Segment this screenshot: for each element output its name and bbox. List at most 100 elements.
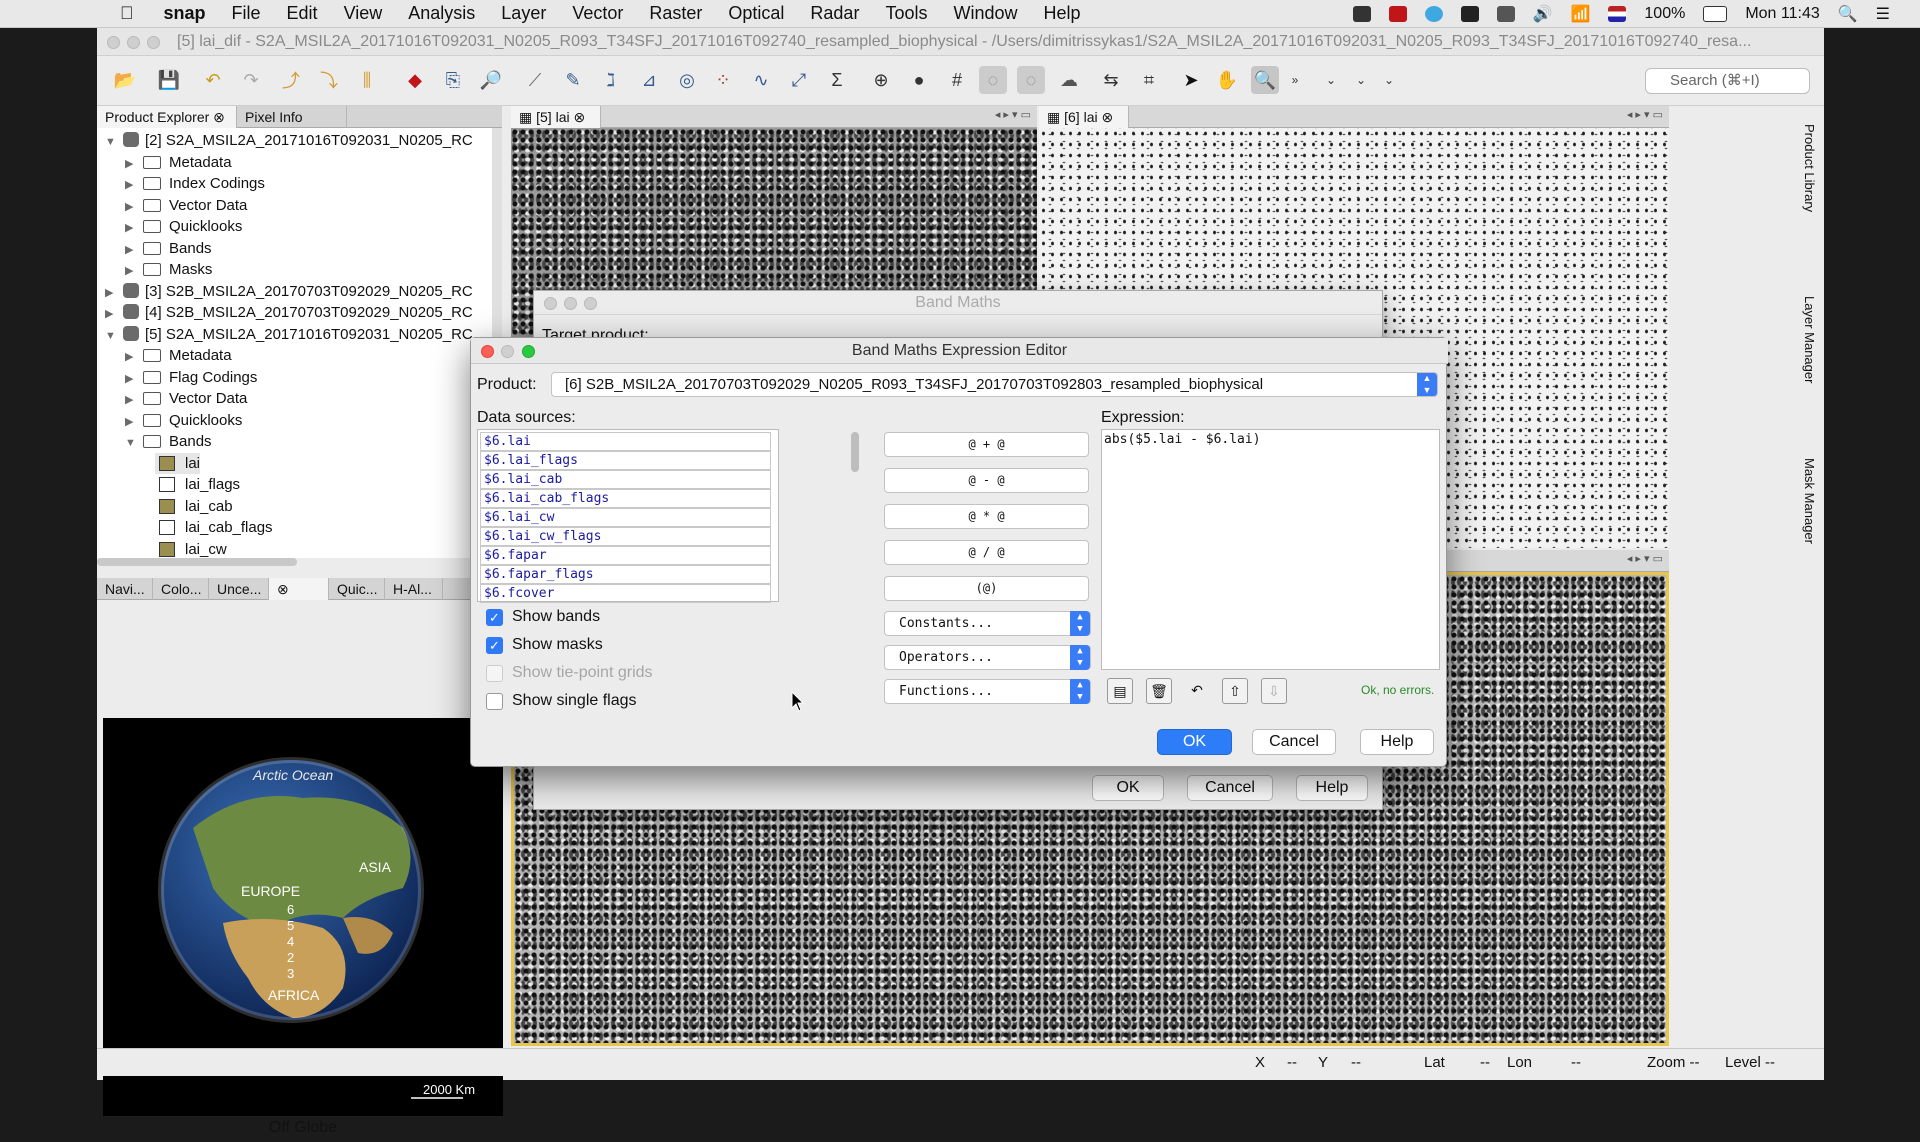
wifi-icon[interactable]: 📶 bbox=[1570, 4, 1590, 24]
collapsed-arrow-icon[interactable]: ▶ bbox=[125, 369, 139, 390]
collapsed-arrow-icon[interactable]: ▶ bbox=[105, 283, 119, 304]
menu-vector[interactable]: Vector bbox=[572, 3, 623, 24]
tab-world-view[interactable]: ⊗ bbox=[269, 578, 329, 600]
collapsed-arrow-icon[interactable]: ▶ bbox=[125, 240, 139, 261]
menu-tools[interactable]: Tools bbox=[885, 3, 927, 24]
tab-uncertainty[interactable]: Unce... bbox=[209, 578, 269, 600]
tree-node[interactable]: lai_cab bbox=[155, 496, 233, 517]
information-icon[interactable]: ◎ bbox=[673, 66, 701, 94]
volume-icon[interactable]: 🔊 bbox=[1533, 4, 1553, 24]
tree-node[interactable]: lai_cw bbox=[155, 539, 227, 559]
tree-node[interactable]: ▶ Masks bbox=[125, 259, 212, 280]
menu-file[interactable]: File bbox=[232, 3, 261, 24]
tree-node[interactable]: ▼ Bands bbox=[125, 431, 212, 452]
band-maths-min-icon[interactable] bbox=[564, 297, 577, 310]
collapsed-arrow-icon[interactable]: ▶ bbox=[125, 261, 139, 282]
menu-app-snap[interactable]: snap bbox=[164, 3, 206, 24]
parenthesis-button[interactable]: (@) bbox=[884, 576, 1089, 601]
editor-minimize-icon[interactable] bbox=[501, 345, 514, 358]
statistics-icon[interactable]: Σ bbox=[823, 66, 851, 94]
menu-help[interactable]: Help bbox=[1044, 3, 1081, 24]
data-source-item[interactable]: $6.lai_cab bbox=[480, 470, 771, 489]
data-source-item[interactable]: $6.lai bbox=[480, 432, 771, 451]
collapsed-arrow-icon[interactable]: ▶ bbox=[125, 154, 139, 175]
product-select-arrows-icon[interactable]: ▲ ▼ bbox=[1417, 373, 1437, 396]
profile-plot-icon[interactable]: ∿ bbox=[747, 66, 775, 94]
band-maths-ok-button[interactable]: OK bbox=[1092, 775, 1164, 801]
data-source-item[interactable]: $6.lai_cab_flags bbox=[480, 489, 771, 508]
tab-layer-manager[interactable]: Layer Manager bbox=[1787, 296, 1817, 436]
expression-textarea[interactable]: abs($5.lai - $6.lai) bbox=[1101, 429, 1440, 670]
graph-builder-icon[interactable]: ⫼ bbox=[353, 66, 381, 94]
history-up-icon[interactable]: ⇧ bbox=[1222, 678, 1248, 704]
editor-close-icon[interactable] bbox=[481, 345, 494, 358]
expanded-arrow-icon[interactable]: ▼ bbox=[125, 433, 139, 454]
collapsed-arrow-icon[interactable]: ▶ bbox=[105, 304, 119, 325]
undo-icon[interactable]: ↶ bbox=[199, 66, 227, 94]
overflow-chevron-icon[interactable]: » bbox=[1281, 66, 1309, 94]
redo-icon[interactable]: ↷ bbox=[237, 66, 265, 94]
data-source-item[interactable]: $6.fcover bbox=[480, 584, 771, 603]
batch-icon[interactable]: ⎘ bbox=[439, 66, 467, 94]
tab-colour-manipulation[interactable]: Colo... bbox=[153, 578, 209, 600]
edit-icon[interactable]: ✎ bbox=[559, 66, 587, 94]
sync-views-icon[interactable]: ◌ bbox=[1017, 66, 1045, 94]
functions-dropdown[interactable]: Functions... ▲ ▼ bbox=[884, 679, 1091, 704]
save-product-icon[interactable]: 💾 bbox=[155, 66, 183, 94]
tab-navigation[interactable]: Navi... bbox=[97, 578, 153, 600]
constants-dropdown[interactable]: Constants... ▲ ▼ bbox=[884, 611, 1091, 636]
tab-product-explorer[interactable]: Product Explorer ⊗ bbox=[97, 106, 237, 128]
tree-node[interactable]: ▶ Bands bbox=[125, 238, 212, 259]
data-source-item[interactable]: $6.lai_cw bbox=[480, 508, 771, 527]
tree-node[interactable]: ▶ Metadata bbox=[125, 152, 232, 173]
show-single-flags-checkbox[interactable] bbox=[486, 693, 503, 710]
spectrum-icon[interactable]: ℷ bbox=[597, 66, 625, 94]
menu-analysis[interactable]: Analysis bbox=[408, 3, 475, 24]
tree-node[interactable]: ▶ Vector Data bbox=[125, 388, 247, 409]
collapsed-arrow-icon[interactable]: ▶ bbox=[125, 412, 139, 433]
toolbar-more-icon-2[interactable]: ⌄ bbox=[1347, 66, 1375, 94]
add-operator-button[interactable]: @ + @ bbox=[884, 432, 1089, 457]
menu-edit[interactable]: Edit bbox=[287, 3, 318, 24]
zoom-tool-active-icon[interactable]: 🔍 bbox=[1251, 66, 1279, 94]
world-map-icon[interactable]: ● bbox=[905, 66, 933, 94]
tree-node[interactable]: lai bbox=[155, 452, 201, 474]
collapsed-arrow-icon[interactable]: ▶ bbox=[125, 175, 139, 196]
tree-node[interactable]: ▶ Quicklooks bbox=[125, 410, 242, 431]
band-maths-close-icon[interactable] bbox=[544, 297, 557, 310]
collapsed-arrow-icon[interactable]: ▶ bbox=[125, 347, 139, 368]
toolbar-more-icon[interactable]: ⌄ bbox=[1317, 66, 1345, 94]
cloud-icon[interactable]: ☁ bbox=[1055, 66, 1083, 94]
tree-node[interactable]: lai_flags bbox=[155, 474, 240, 495]
tree-node[interactable]: ▶ Metadata bbox=[125, 345, 232, 366]
tree-node[interactable]: ▶ Quicklooks bbox=[125, 216, 242, 237]
folder-tray-icon[interactable] bbox=[1460, 6, 1479, 22]
notification-center-icon[interactable]: ☰ bbox=[1876, 4, 1890, 24]
histogram-icon[interactable]: ⊿ bbox=[635, 66, 663, 94]
data-source-item[interactable]: $6.lai_flags bbox=[480, 451, 771, 470]
tab-view-6-lai[interactable]: ▦ [6] lai ⊗ bbox=[1039, 106, 1129, 128]
draw-line-icon[interactable]: ⟋ bbox=[521, 66, 549, 94]
menu-raster[interactable]: Raster bbox=[649, 3, 702, 24]
band-maths-zoom-icon[interactable] bbox=[584, 297, 597, 310]
show-masks-checkbox[interactable]: ✓ bbox=[486, 637, 503, 654]
tab-product-library[interactable]: Product Library bbox=[1787, 124, 1817, 264]
band-maths-help-button[interactable]: Help bbox=[1296, 775, 1368, 801]
grid-icon[interactable]: # bbox=[943, 66, 971, 94]
battery-app-icon[interactable] bbox=[1496, 6, 1515, 22]
sync-cursor-icon[interactable]: ◌ bbox=[979, 66, 1007, 94]
menu-optical[interactable]: Optical bbox=[728, 3, 784, 24]
help-button[interactable]: Help bbox=[1360, 729, 1434, 755]
undo-expression-icon[interactable]: ↶ bbox=[1184, 678, 1210, 704]
data-source-item[interactable]: $6.fapar bbox=[480, 546, 771, 565]
ok-button[interactable]: OK bbox=[1157, 729, 1232, 755]
tree-node[interactable]: lai_cab_flags bbox=[155, 517, 273, 538]
tree-node[interactable]: ▶ Index Codings bbox=[125, 173, 265, 194]
pan-tool-icon[interactable]: ✋ bbox=[1213, 66, 1241, 94]
correlative-plot-icon[interactable]: ⤢ bbox=[785, 66, 813, 94]
clear-expression-icon[interactable]: 🗑 bbox=[1146, 678, 1172, 704]
menu-layer[interactable]: Layer bbox=[501, 3, 546, 24]
tab-h-alpha[interactable]: H-Al... bbox=[385, 578, 443, 600]
collapsed-arrow-icon[interactable]: ▶ bbox=[125, 390, 139, 411]
view-controls-2[interactable]: ◂ ▸ ▾ ▭ bbox=[1627, 108, 1663, 121]
